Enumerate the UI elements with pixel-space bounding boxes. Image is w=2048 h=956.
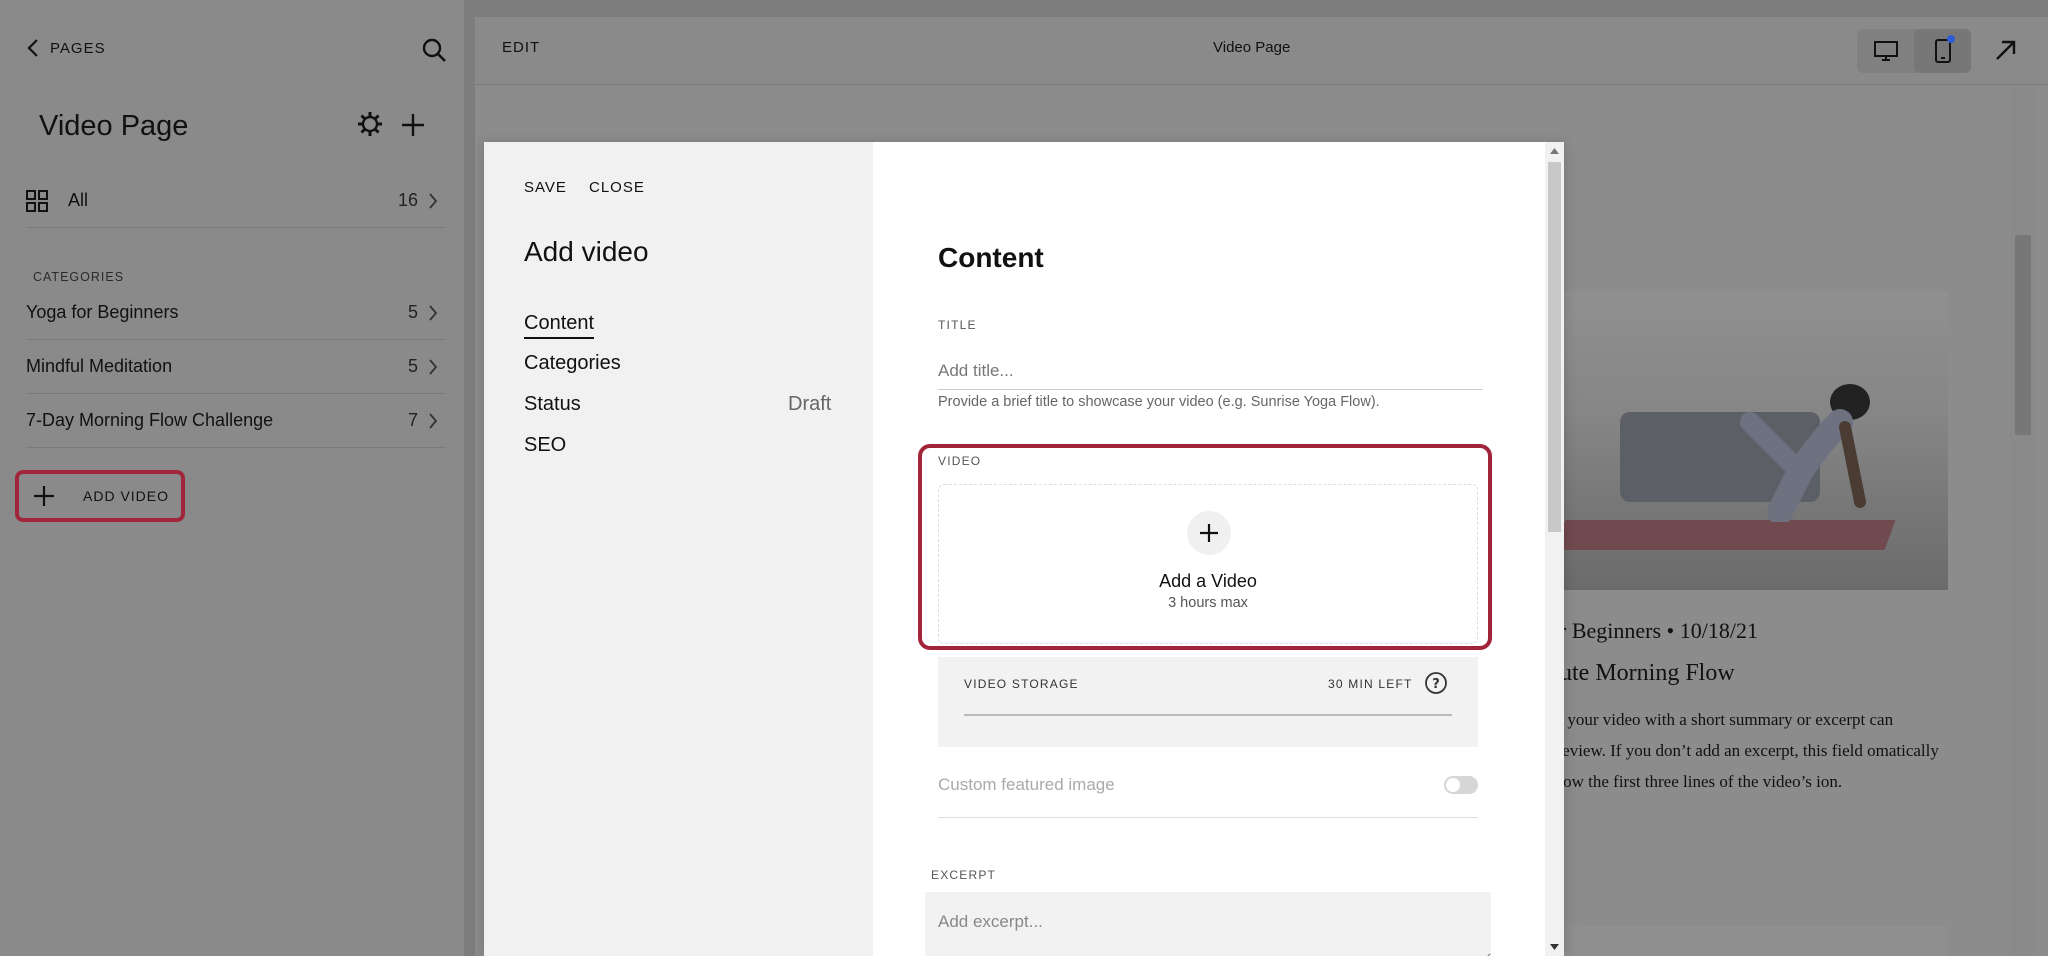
add-video-label: ADD VIDEO	[83, 488, 170, 504]
sidebar-item-all[interactable]: All 16	[26, 174, 446, 228]
post-excerpt: ze your video with a short summary or ex…	[1548, 710, 1939, 791]
chevron-left-icon	[27, 39, 38, 57]
sidebar-item-category[interactable]: 7-Day Morning Flow Challenge 7	[26, 394, 446, 448]
storage-remaining: 30 MIN LEFT	[1328, 677, 1413, 691]
dialog-content-panel: Content TITLE Provide a brief title to s…	[873, 142, 1564, 956]
sidebar-item-label: Mindful Meditation	[26, 356, 173, 376]
page-scrollbar-thumb[interactable]	[2015, 235, 2031, 435]
tab-status[interactable]: Status	[524, 393, 581, 416]
page-title: Video Page	[39, 110, 189, 142]
mobile-icon	[1934, 39, 1951, 63]
add-page-item-icon[interactable]	[398, 110, 428, 140]
toggle-knob	[1446, 778, 1460, 792]
edit-button[interactable]: EDIT	[502, 39, 540, 56]
upload-limit-text: 3 hours max	[1168, 595, 1248, 611]
chevron-right-icon	[429, 412, 438, 429]
sidebar-item-category[interactable]: Mindful Meditation 5	[26, 340, 446, 394]
dialog-scrollbar-thumb[interactable]	[1548, 162, 1561, 532]
sidebar-item-count: 7	[407, 410, 418, 430]
notification-dot	[1947, 35, 1955, 43]
search-icon[interactable]	[420, 36, 448, 64]
featured-image-toggle[interactable]	[1444, 776, 1478, 794]
storage-usage-bar	[964, 714, 1452, 716]
post-thumbnail-image	[1560, 292, 1948, 590]
sidebar-item-label: All	[68, 190, 89, 210]
custom-featured-image-row: Custom featured image	[938, 768, 1478, 818]
device-toggle	[1857, 29, 1971, 73]
post-title: nute Morning Flow	[1548, 660, 1735, 686]
pages-sidebar: PAGES Video Page All 16 CATEGORIES Yoga …	[0, 0, 464, 956]
featured-image-label: Custom featured image	[938, 775, 1115, 794]
sidebar-item-count: 16	[397, 190, 418, 210]
frame-title: Video Page	[1213, 39, 1291, 56]
chevron-right-icon	[429, 358, 438, 375]
tab-categories[interactable]: Categories	[524, 352, 621, 375]
back-to-pages-link[interactable]: PAGES	[26, 38, 106, 58]
dialog-sidebar: SAVE CLOSE Add video Content Categories …	[484, 142, 873, 956]
expand-arrow-icon[interactable]	[1993, 37, 2019, 63]
sidebar-item-category[interactable]: Yoga for Beginners 5	[26, 286, 446, 340]
sidebar-item-count: 5	[407, 356, 418, 376]
status-value: Draft	[788, 393, 832, 415]
excerpt-field-label: EXCERPT	[931, 868, 997, 882]
dialog-heading: Add video	[524, 236, 649, 267]
next-post-thumbnail	[1560, 926, 1948, 956]
page-scrollbar[interactable]	[2010, 85, 2034, 956]
tab-seo[interactable]: SEO	[524, 434, 566, 457]
title-help-text: Provide a brief title to showcase your v…	[938, 394, 1380, 410]
post-meta: or Beginners • 10/18/21	[1548, 618, 1758, 643]
save-button[interactable]: SAVE	[524, 179, 567, 196]
title-field-label: TITLE	[938, 318, 977, 332]
video-field-label: VIDEO	[938, 454, 982, 468]
categories-heading: CATEGORIES	[33, 270, 125, 284]
sidebar-item-label: 7-Day Morning Flow Challenge	[26, 410, 274, 430]
dialog-scrollbar[interactable]	[1545, 142, 1564, 956]
add-video-dialog: SAVE CLOSE Add video Content Categories …	[484, 142, 1564, 956]
scroll-up-arrow-icon[interactable]	[1549, 146, 1560, 156]
svg-text:?: ?	[1432, 677, 1440, 692]
desktop-view-button[interactable]	[1857, 29, 1914, 73]
help-question-icon[interactable]: ?	[1424, 671, 1448, 695]
mobile-view-button[interactable]	[1914, 29, 1971, 73]
storage-label: VIDEO STORAGE	[964, 677, 1079, 691]
tab-content[interactable]: Content	[524, 312, 595, 339]
gear-icon[interactable]	[356, 110, 384, 138]
video-upload-dropzone[interactable]: Add a Video 3 hours max	[938, 484, 1478, 644]
grid-icon	[26, 189, 48, 212]
title-input[interactable]	[938, 352, 1483, 390]
chevron-right-icon	[429, 304, 438, 321]
back-link-label: PAGES	[50, 39, 106, 57]
section-title: Content	[938, 242, 1044, 273]
video-storage-panel: VIDEO STORAGE 30 MIN LEFT ?	[938, 657, 1478, 747]
plus-icon	[34, 486, 54, 506]
sidebar-item-label: Yoga for Beginners	[26, 302, 179, 322]
chevron-right-icon	[429, 192, 438, 209]
yoga-figure-illustration	[1740, 384, 1870, 522]
editor-topbar: EDIT Video Page	[475, 17, 2048, 85]
desktop-icon	[1873, 41, 1898, 61]
upload-plus-icon[interactable]	[1187, 511, 1231, 555]
sidebar-item-count: 5	[407, 302, 418, 322]
scroll-down-arrow-icon[interactable]	[1549, 942, 1560, 952]
close-button[interactable]: CLOSE	[589, 179, 645, 196]
add-video-button[interactable]: ADD VIDEO	[15, 470, 185, 522]
excerpt-input[interactable]	[925, 892, 1491, 956]
upload-title: Add a Video	[1159, 571, 1257, 591]
yoga-mat-shape	[1560, 520, 1896, 550]
